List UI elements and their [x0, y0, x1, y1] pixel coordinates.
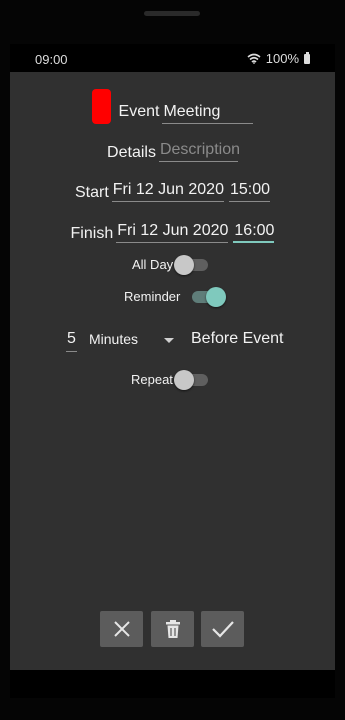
- all-day-label: All Day: [132, 257, 174, 272]
- battery-percent: 100%: [265, 51, 299, 66]
- reminder-switch-thumb: [206, 287, 226, 307]
- reminder-suffix: Before Event: [191, 330, 284, 347]
- cancel-button[interactable]: [100, 611, 143, 647]
- details-input[interactable]: Description: [158, 141, 240, 162]
- save-button[interactable]: [201, 611, 244, 647]
- reminder-switch[interactable]: [192, 286, 226, 308]
- bottom-bezel: [10, 670, 335, 698]
- trash-icon: [165, 620, 180, 638]
- finish-label: Finish: [70, 225, 114, 242]
- reminder-toggle-row: Reminder: [10, 286, 335, 308]
- repeat-switch[interactable]: [174, 369, 208, 391]
- event-color-swatch[interactable]: [91, 89, 111, 124]
- reminder-label: Reminder: [124, 289, 181, 304]
- phone-frame: 09:00 100% Event Meeting Details Descrip…: [0, 0, 345, 720]
- all-day-row: All Day: [10, 254, 335, 276]
- reminder-amount-input[interactable]: 5: [66, 330, 77, 352]
- details-label: Details: [107, 144, 156, 161]
- status-right: 100%: [247, 51, 310, 66]
- all-day-switch-thumb: [174, 255, 194, 275]
- wifi-icon: [247, 53, 261, 64]
- start-time-field[interactable]: 15:00: [228, 181, 271, 202]
- close-icon: [113, 621, 130, 637]
- speaker-grille: [144, 11, 200, 16]
- event-name-row: Event Meeting: [10, 89, 335, 124]
- repeat-row: Repeat: [10, 369, 335, 391]
- status-bar: 09:00 100%: [10, 44, 335, 72]
- start-label: Start: [74, 184, 109, 201]
- repeat-label: Repeat: [131, 372, 173, 387]
- start-date-field[interactable]: Fri 12 Jun 2020: [111, 181, 224, 202]
- battery-icon: [304, 51, 310, 64]
- finish-row: Finish Fri 12 Jun 2020 16:00: [10, 222, 335, 243]
- status-time: 09:00: [35, 52, 68, 67]
- details-row: Details Description: [10, 141, 335, 162]
- finish-time-field[interactable]: 16:00: [233, 222, 275, 243]
- reminder-settings-row: 5 Minutes Before Event: [10, 330, 335, 356]
- finish-date-field[interactable]: Fri 12 Jun 2020: [116, 222, 229, 243]
- reminder-unit-select[interactable]: Minutes: [89, 331, 138, 347]
- repeat-switch-thumb: [174, 370, 194, 390]
- chevron-down-icon[interactable]: [164, 338, 174, 343]
- event-label: Event: [118, 103, 160, 120]
- event-editor: Event Meeting Details Description Start …: [10, 72, 335, 670]
- all-day-switch[interactable]: [174, 254, 208, 276]
- check-icon: [211, 621, 234, 638]
- delete-button[interactable]: [151, 611, 194, 647]
- event-name-input[interactable]: Meeting: [162, 103, 254, 124]
- start-row: Start Fri 12 Jun 2020 15:00: [10, 181, 335, 202]
